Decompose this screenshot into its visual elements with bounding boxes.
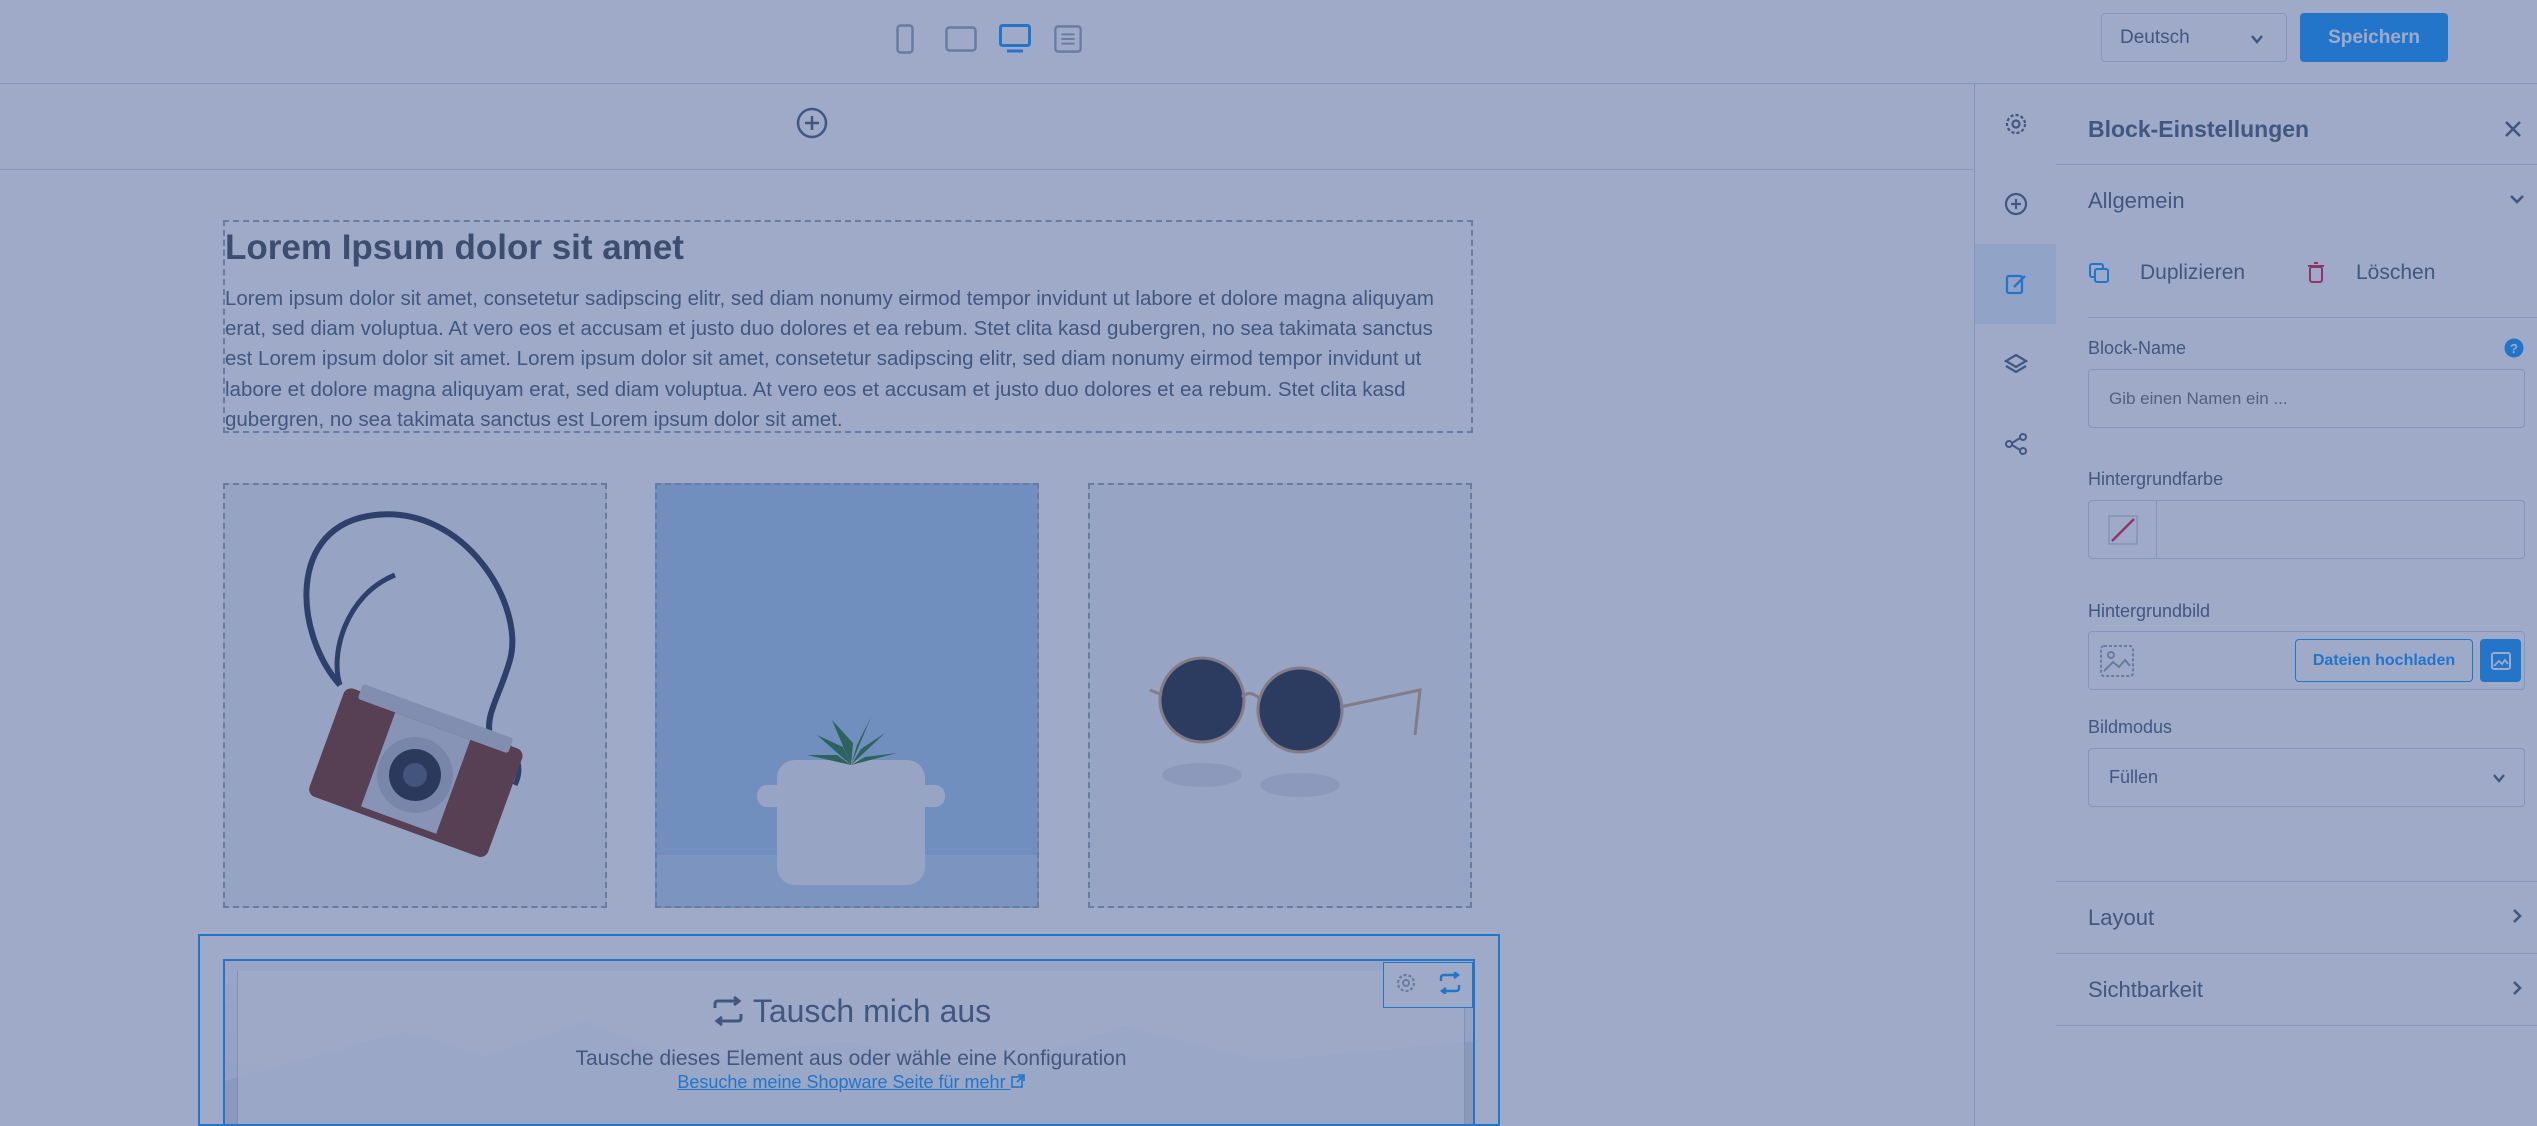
share-icon (2004, 433, 2027, 455)
trash-icon (2308, 262, 2324, 283)
chevron-down-icon (2492, 769, 2506, 790)
chevron-down-icon[interactable] (2508, 190, 2526, 213)
svg-text:?: ? (2510, 341, 2518, 356)
mobile-view-icon[interactable] (891, 24, 919, 54)
swap-title-text: Tausch mich aus (752, 993, 992, 1029)
add-section-bar (0, 84, 1974, 170)
layers-tab[interactable] (1975, 324, 2056, 404)
sidebar-icon-rail (1974, 84, 2057, 1126)
delete-label: Löschen (2356, 261, 2436, 284)
background-image-field: Dateien hochladen (2088, 631, 2525, 690)
swap-card: Tausch mich aus Tausche dieses Element a… (237, 971, 1465, 1124)
language-value: Deutsch (2120, 26, 2190, 48)
background-color-label: Hintergrundfarbe (2088, 469, 2224, 489)
help-icon[interactable]: ? (2504, 338, 2524, 363)
no-color-icon (2108, 515, 2137, 544)
swap-title: Tausch mich aus (238, 993, 1464, 1030)
swap-link-text: Besuche meine Shopware Seite für mehr (677, 1072, 1006, 1092)
delete-button[interactable]: Löschen (2306, 261, 2435, 285)
duplicate-label: Duplizieren (2140, 261, 2246, 284)
layers-icon (2003, 353, 2028, 374)
save-button[interactable]: Speichern (2300, 13, 2448, 62)
duplicate-icon (2089, 263, 2109, 283)
section-visibility[interactable]: Sichtbarkeit (2088, 977, 2203, 1003)
section-general[interactable]: Allgemein (2088, 188, 2185, 214)
media-library-button[interactable] (2480, 639, 2521, 682)
text-block-body: Lorem ipsum dolor sit amet, consetetur s… (225, 287, 1434, 431)
chevron-right-icon[interactable] (2508, 979, 2526, 1002)
settings-tab[interactable] (1975, 84, 2056, 164)
gear-icon[interactable] (1395, 972, 1417, 999)
sidebar-title: Block-Einstellungen (2088, 116, 2310, 142)
block-name-label: Block-Name (2088, 338, 2187, 358)
color-swatch[interactable] (2089, 501, 2157, 558)
swap-link[interactable]: Besuche meine Shopware Seite für mehr (238, 1072, 1464, 1093)
camera-illustration (303, 511, 523, 857)
share-tab[interactable] (1975, 404, 2056, 484)
text-block-title: Lorem Ipsum dolor sit amet (225, 228, 684, 267)
edit-icon (2005, 274, 2026, 295)
add-section-icon[interactable] (796, 107, 828, 139)
plus-circle-icon (2004, 192, 2027, 216)
swap-icon (713, 995, 743, 1027)
desktop-view-icon[interactable] (998, 24, 1032, 54)
chevron-down-icon (2250, 30, 2264, 52)
image-mode-label: Bildmodus (2088, 717, 2173, 737)
gear-icon (2005, 113, 2026, 135)
image-camera[interactable] (223, 483, 607, 908)
image-plant[interactable] (655, 483, 1039, 908)
swap-element-icon[interactable] (1438, 970, 1462, 999)
swap-block-toolbar (1383, 962, 1473, 1008)
block-settings-tab[interactable] (1975, 244, 2056, 324)
block-settings-sidebar: Block-Einstellungen Allgemein Dupliziere… (2056, 84, 2537, 1126)
image-icon (2490, 651, 2511, 670)
language-select[interactable]: Deutsch (2101, 13, 2287, 62)
chevron-right-icon[interactable] (2508, 907, 2526, 930)
plant-illustration (657, 717, 1037, 906)
upload-files-button[interactable]: Dateien hochladen (2295, 639, 2473, 682)
image-mode-value: Füllen (2109, 767, 2159, 787)
background-color-field[interactable] (2088, 500, 2525, 559)
list-view-icon[interactable] (1054, 24, 1082, 54)
external-link-icon (1010, 1072, 1025, 1092)
swap-block[interactable]: Tausch mich aus Tausche dieses Element a… (223, 959, 1475, 1126)
image-sunglasses[interactable] (1088, 483, 1472, 908)
tablet-view-icon[interactable] (944, 24, 978, 54)
duplicate-button[interactable]: Duplizieren (2088, 261, 2245, 285)
image-mode-select[interactable]: Füllen (2088, 748, 2525, 807)
text-block[interactable]: Lorem Ipsum dolor sit amet Lorem ipsum d… (223, 220, 1473, 433)
background-image-label: Hintergrundbild (2088, 601, 2211, 621)
close-icon[interactable] (2504, 120, 2522, 143)
sunglasses-illustration (1149, 656, 1422, 797)
swap-subtitle: Tausche dieses Element aus oder wähle ei… (575, 1047, 1127, 1070)
section-layout[interactable]: Layout (2088, 905, 2154, 931)
block-name-input[interactable] (2088, 369, 2525, 428)
image-placeholder-icon (2099, 644, 2135, 683)
add-block-tab[interactable] (1975, 164, 2056, 244)
